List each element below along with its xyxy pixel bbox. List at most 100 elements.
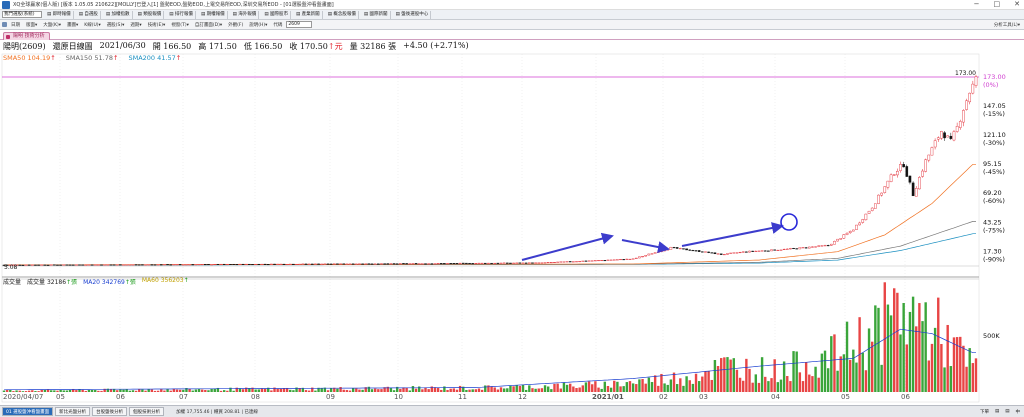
candle-body — [845, 232, 849, 235]
candle-body — [785, 248, 789, 250]
volume-bar — [867, 328, 871, 392]
nav-weighted-index[interactable]: ▤ 加權指數 — [104, 10, 133, 19]
menu-layout[interactable]: 版面▾ — [24, 22, 39, 28]
candle-body — [276, 263, 279, 265]
menu-window[interactable]: 視窗(T)▾ — [169, 22, 191, 28]
price-volume-chart[interactable]: 173.00(0%)147.05(-15%)121.10(-30%)95.15(… — [0, 51, 1024, 404]
volume-bar — [587, 381, 591, 392]
toolbar-icon[interactable] — [2, 22, 7, 27]
close-button[interactable]: ✕ — [1014, 0, 1020, 8]
candle-body — [713, 252, 717, 255]
maximize-button[interactable]: □ — [994, 0, 1001, 8]
status-tab-1[interactable]: 01 選股盤沖看盤畫面 — [2, 407, 54, 416]
candle-body — [78, 264, 81, 266]
candle-body — [241, 263, 245, 265]
volume-bar — [660, 373, 663, 392]
volume-bar — [616, 381, 619, 392]
nav-futures-options[interactable]: ▤ 期權報價 — [199, 10, 228, 19]
code-label: 代碼 — [273, 22, 283, 28]
volume-bar — [380, 389, 383, 392]
volume-bar — [87, 389, 91, 392]
nav-sector-quote[interactable]: ▤ 類股報價 — [136, 10, 165, 19]
volume-bar — [471, 389, 474, 392]
menu-market[interactable]: 大盤(K)▾ — [41, 22, 63, 28]
volume-bar — [679, 378, 682, 392]
menu-custom-screen[interactable]: 自訂畫面(D)▾ — [193, 22, 224, 28]
nav-watchlist[interactable]: ▤ 自選股 — [77, 10, 101, 19]
screen-select[interactable]: 我門選股(系統) — [2, 11, 42, 18]
candle-body — [509, 262, 512, 264]
nav-concept-stocks[interactable]: ▤ 概念股報價 — [326, 10, 359, 19]
menu-draw[interactable]: 畫圖▾ — [65, 22, 80, 28]
candle-body — [27, 264, 31, 266]
volume-bar — [729, 359, 732, 392]
candle-body — [886, 180, 890, 188]
candle-body — [691, 250, 695, 252]
status-message: 加權 17,755.46 | 櫃買 208.81 | 已連線 — [176, 409, 258, 415]
volume-bar — [839, 356, 842, 392]
analysis-tools-menu[interactable]: 分析工具(L)▾ — [994, 22, 1024, 28]
menu-help[interactable]: 說明(H)▾ — [247, 22, 269, 28]
volume-bar — [713, 359, 717, 392]
volume-bar — [59, 390, 62, 392]
volume-bar — [443, 386, 446, 392]
volume-bar — [628, 381, 632, 392]
volume-bar — [370, 389, 374, 392]
candle-body — [656, 251, 660, 253]
volume-bar — [745, 358, 748, 392]
volume-bar — [21, 391, 25, 392]
nav-intl-markets[interactable]: ▤ 國際股市 — [262, 10, 291, 19]
candle-body — [562, 261, 566, 263]
volume-bar — [418, 386, 421, 392]
nav-ranking[interactable]: ▤ 排行報價 — [167, 10, 196, 19]
volume-bar — [484, 385, 487, 392]
open-price: 開 166.50 — [152, 42, 192, 51]
volume-bar — [650, 382, 654, 392]
chart-area[interactable]: 173.00 (0%) 147.05 (-15%) 121.10 (-30%) 95.15(… — [0, 51, 1024, 404]
symbol-code-input[interactable]: 2609 — [286, 21, 313, 28]
tab-technical-analysis[interactable]: 陽明 技術分析 — [3, 32, 50, 40]
candle-body — [672, 247, 676, 249]
candle-body — [930, 147, 934, 156]
candle-body — [474, 263, 478, 265]
status-tab-2[interactable]: 新比光盤分析 — [55, 407, 91, 416]
status-tab-4[interactable]: 個股技術分析 — [129, 407, 165, 416]
menu-technical[interactable]: 技術(E)▾ — [146, 22, 168, 28]
candle-body — [697, 250, 701, 252]
minimize-button[interactable]: − — [974, 0, 980, 8]
nav-industry-news[interactable]: ▤ 產業新聞 — [294, 10, 323, 19]
nav-realtime-quote[interactable]: ▤ 即時報價 — [45, 10, 74, 19]
nav-overseas[interactable]: ▤ 海外報價 — [231, 10, 260, 19]
volume-bar — [166, 389, 169, 392]
candle-body — [373, 263, 377, 265]
menu-period[interactable]: 週期▾ — [128, 22, 143, 28]
volume-bar — [304, 390, 308, 392]
volume-bar — [226, 390, 229, 392]
status-tab-3[interactable]: 台股盤後分析 — [92, 407, 128, 416]
candle-body — [197, 264, 201, 266]
candle-body — [738, 252, 742, 254]
candle-body — [222, 263, 226, 265]
menu-appearance[interactable]: 外觀(F) — [226, 22, 245, 28]
candle-body — [172, 264, 176, 266]
volume-bar — [864, 370, 868, 392]
ma-legend: SMA50 104.19↑ SMA150 51.78↑ SMA200 41.57… — [3, 54, 181, 62]
volume-bar — [289, 389, 292, 392]
menu-kline[interactable]: K線(U)▾ — [82, 22, 103, 28]
menu-screening[interactable]: 選股(S)▾ — [105, 22, 127, 28]
close-price: 收 170.50↑元 — [289, 42, 343, 51]
nav-intl-news[interactable]: ▤ 國際新聞 — [362, 10, 391, 19]
candle-body — [377, 263, 380, 265]
candle-body — [814, 246, 817, 248]
volume-bar — [726, 357, 729, 392]
volume-bar — [644, 383, 647, 392]
volume-bar — [31, 390, 34, 392]
nav-screener-center[interactable]: ▤ 盤後選股中心 — [394, 10, 432, 19]
candle-body — [550, 262, 553, 264]
price-axis-label: 95.15 — [983, 160, 1002, 168]
volume-bar — [792, 351, 795, 392]
volume-bar — [915, 326, 918, 392]
menu-date[interactable]: 日期 — [9, 22, 22, 28]
candle-body — [493, 262, 497, 264]
volume-bar — [814, 366, 817, 392]
